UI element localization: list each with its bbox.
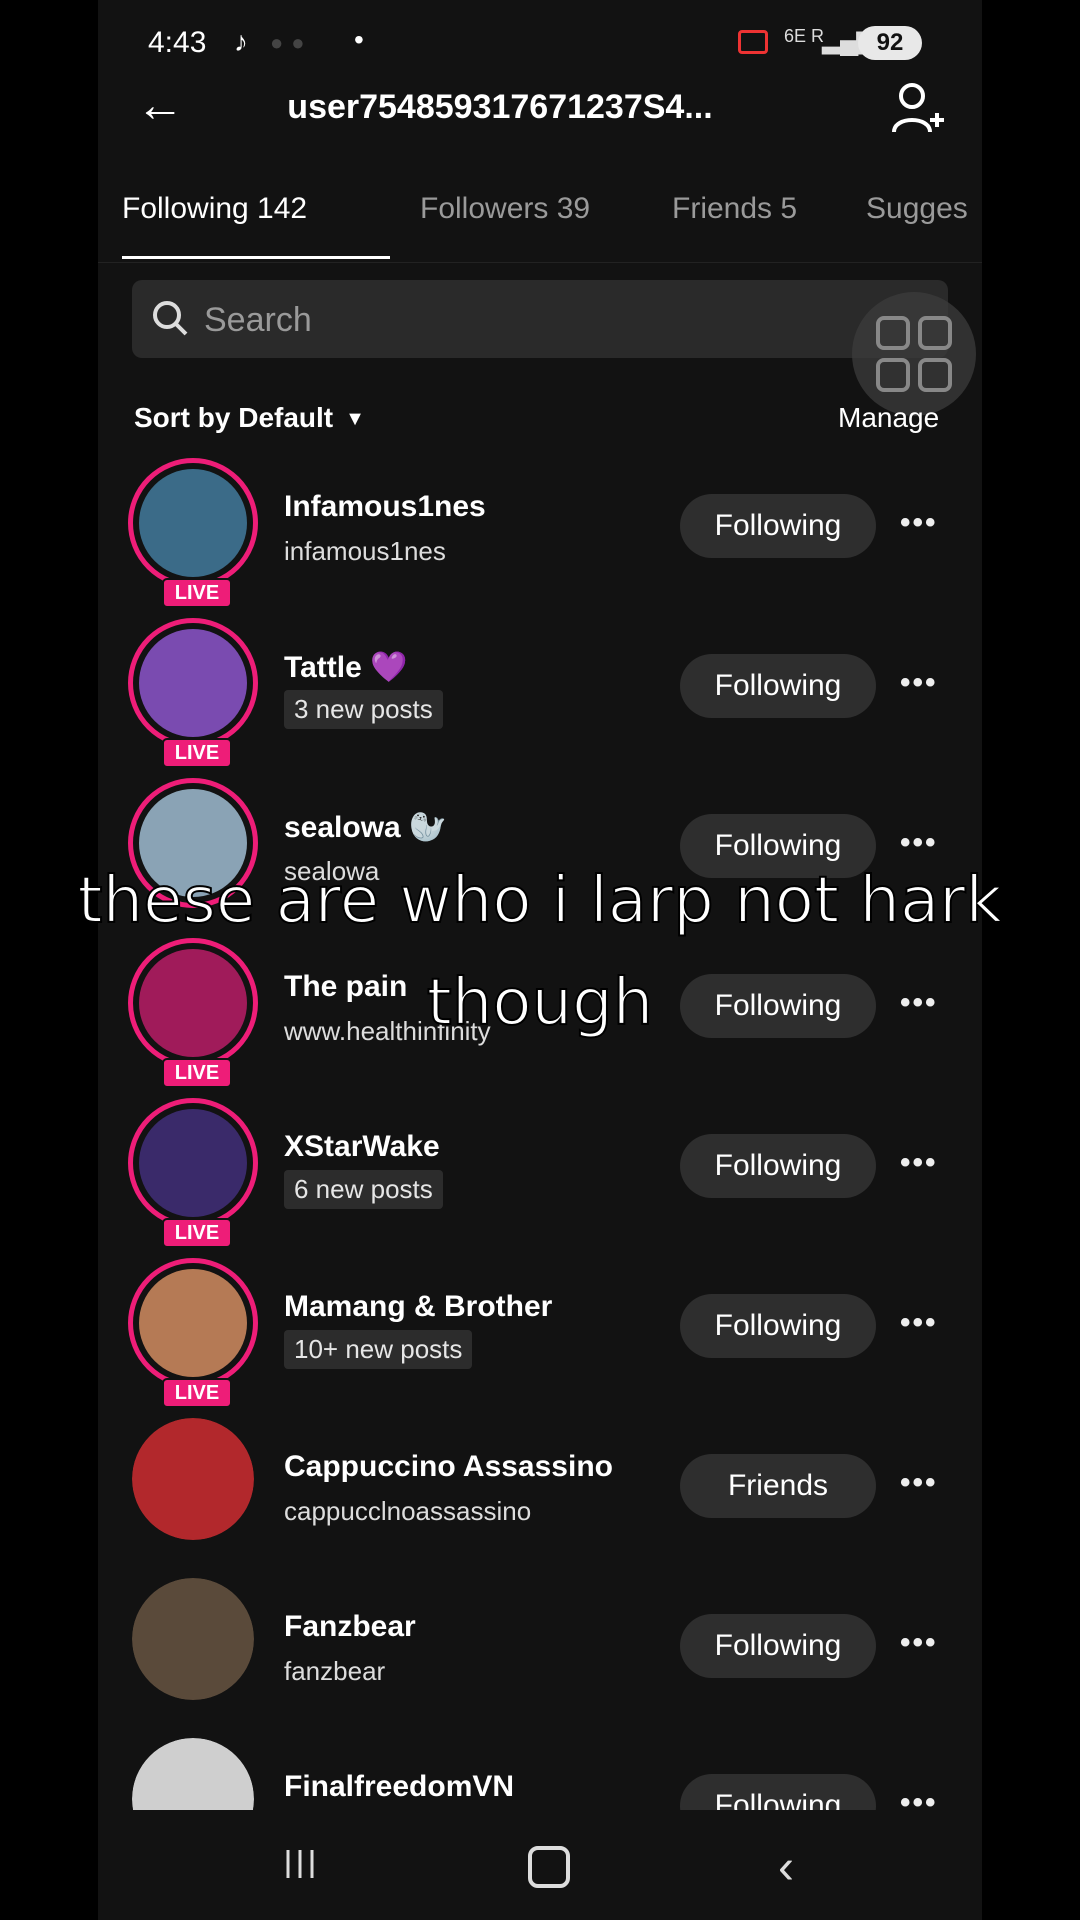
more-options-icon[interactable]: ••• [900, 668, 938, 698]
following-button[interactable]: Following [680, 1134, 876, 1198]
more-options-icon[interactable]: ••• [900, 1148, 938, 1178]
list-item[interactable]: LIVE Mamang & Brother 10+ new posts Foll… [98, 1258, 982, 1408]
more-options-icon[interactable]: ••• [900, 1468, 938, 1498]
clock: 4:43 [148, 26, 207, 59]
friends-button[interactable]: Friends [680, 1454, 876, 1518]
tab-friends[interactable]: Friends 5 [672, 192, 797, 226]
battery-indicator: 92 [858, 26, 922, 60]
more-options-icon[interactable]: ••• [900, 1308, 938, 1338]
recent-apps-icon[interactable] [282, 1846, 318, 1882]
avatar[interactable] [132, 1738, 254, 1810]
avatar[interactable] [128, 1098, 258, 1228]
back-icon[interactable]: ‹ [778, 1840, 794, 1895]
new-posts-badge: 3 new posts [284, 690, 443, 729]
cast-icon [738, 30, 768, 54]
sort-dropdown[interactable]: Sort by Default ▼ [134, 402, 365, 434]
tab-bar: Following 142 Followers 39 Friends 5 Sug… [98, 180, 982, 263]
tab-following[interactable]: Following 142 [122, 192, 307, 226]
new-posts-badge: 6 new posts [284, 1170, 443, 1209]
sort-label: Sort by Default [134, 402, 334, 433]
following-button[interactable]: Following [680, 494, 876, 558]
live-badge: LIVE [162, 1058, 232, 1088]
list-item[interactable]: Cappuccino Assassino cappucclnoassassino… [98, 1418, 982, 1568]
account-name[interactable]: Fanzbear [284, 1610, 416, 1644]
page-title: user754859317671237S4... [287, 88, 713, 126]
more-notifications-icon: • [354, 24, 364, 55]
header: ← user754859317671237S4... [98, 80, 982, 150]
tab-suggested[interactable]: Sugges [866, 192, 968, 226]
tab-followers[interactable]: Followers 39 [420, 192, 590, 226]
more-options-icon[interactable]: ••• [900, 1788, 938, 1811]
tiktok-icon: ♪ [234, 26, 248, 57]
account-name[interactable]: Infamous1nes [284, 490, 486, 524]
wifi-icon: 6E R [784, 26, 825, 46]
following-button[interactable]: Following [680, 1614, 876, 1678]
avatar[interactable] [128, 1258, 258, 1388]
account-sub: cappucclnoassassino [284, 1496, 532, 1526]
live-badge: LIVE [162, 1378, 232, 1408]
list-item[interactable]: Fanzbear fanzbear Following ••• [98, 1578, 982, 1728]
add-user-icon[interactable] [890, 80, 946, 140]
account-name[interactable]: Tattle 💜 [284, 650, 407, 685]
list-item[interactable]: LIVE XStarWake 6 new posts Following ••• [98, 1098, 982, 1248]
overlay-caption-line-2: though [426, 965, 655, 1041]
new-posts-badge: 10+ new posts [284, 1330, 473, 1369]
more-options-icon[interactable]: ••• [900, 508, 938, 538]
account-sub: fanzbear [284, 1656, 386, 1686]
home-icon[interactable] [528, 1846, 570, 1888]
caret-down-icon: ▼ [345, 408, 365, 431]
account-name[interactable]: sealowa 🦭 [284, 810, 446, 845]
account-name[interactable]: FinalfreedomVN [284, 1770, 514, 1804]
manage-button[interactable]: Manage [838, 402, 939, 434]
avatar[interactable] [132, 1418, 254, 1540]
tab-underline [122, 256, 390, 259]
following-button[interactable]: Following [680, 1294, 876, 1358]
notification-icons: ●● [270, 30, 313, 55]
arrow-left-icon[interactable]: ← [136, 80, 192, 136]
live-badge: LIVE [162, 1218, 232, 1248]
following-button[interactable]: Following [680, 1774, 876, 1810]
live-badge: LIVE [162, 738, 232, 768]
avatar[interactable] [132, 1578, 254, 1700]
more-options-icon[interactable]: ••• [900, 828, 938, 858]
list-item[interactable]: LIVE Tattle 💜 3 new posts Following ••• [98, 618, 982, 768]
list-item[interactable]: FinalfreedomVN Following ••• [98, 1738, 982, 1810]
app-screen: 4:43 ♪ ●● • 6E R ▂▄▆ 92 ← user7548593176… [98, 0, 982, 1920]
live-badge: LIVE [162, 578, 232, 608]
avatar[interactable] [128, 458, 258, 588]
search-input[interactable] [202, 294, 746, 346]
grid-overlay-icon[interactable] [852, 292, 976, 416]
account-sub: infamous1nes [284, 536, 446, 566]
more-options-icon[interactable]: ••• [900, 1628, 938, 1658]
android-nav-bar: ‹ [98, 1810, 982, 1920]
account-name[interactable]: XStarWake [284, 1130, 440, 1164]
account-name[interactable]: Mamang & Brother [284, 1290, 552, 1324]
following-button[interactable]: Following [680, 654, 876, 718]
status-bar: 4:43 ♪ ●● • 6E R ▂▄▆ 92 [98, 0, 982, 80]
list-item[interactable]: LIVE Infamous1nes infamous1nes Following… [98, 458, 982, 608]
overlay-caption-line-1: these are who i larp not hark [76, 863, 1003, 939]
search-bar [132, 280, 948, 358]
search-icon [153, 301, 188, 336]
avatar[interactable] [128, 618, 258, 748]
account-name[interactable]: Cappuccino Assassino [284, 1450, 613, 1484]
